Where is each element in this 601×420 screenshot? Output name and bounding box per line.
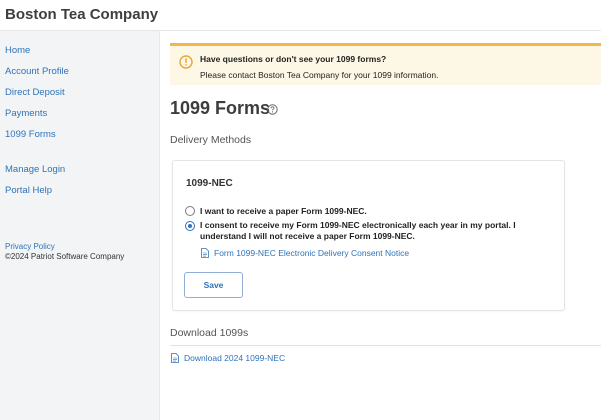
paper-form-label: I want to receive a paper Form 1099-NEC. bbox=[200, 206, 367, 216]
info-alert: Have questions or don't see your 1099 fo… bbox=[170, 43, 601, 85]
help-icon[interactable] bbox=[267, 104, 278, 115]
alert-instruction: Please contact Boston Tea Company for yo… bbox=[200, 70, 439, 80]
download-1099-nec-link[interactable]: Download 2024 1099-NEC bbox=[184, 353, 285, 363]
electronic-consent-radio[interactable] bbox=[185, 221, 195, 231]
form-1099-nec-card: 1099-NEC I want to receive a paper Form … bbox=[172, 160, 565, 311]
document-icon bbox=[171, 353, 179, 363]
warning-icon bbox=[179, 55, 193, 69]
sidebar-item-portal-help[interactable]: Portal Help bbox=[5, 185, 52, 196]
top-bar: Boston Tea Company bbox=[0, 0, 601, 31]
electronic-consent-label-line2: understand I will not receive a paper Fo… bbox=[200, 231, 415, 241]
page-title: 1099 Forms bbox=[170, 98, 271, 118]
save-button[interactable]: Save bbox=[184, 272, 243, 298]
divider bbox=[170, 345, 601, 346]
sidebar-item-manage-login[interactable]: Manage Login bbox=[5, 164, 65, 175]
sidebar-item-direct-deposit[interactable]: Direct Deposit bbox=[5, 87, 65, 98]
electronic-consent-label-line1: I consent to receive my Form 1099-NEC el… bbox=[200, 220, 516, 230]
consent-notice-link[interactable]: Form 1099-NEC Electronic Delivery Consen… bbox=[214, 248, 409, 258]
paper-form-radio[interactable] bbox=[185, 206, 195, 216]
alert-question: Have questions or don't see your 1099 fo… bbox=[200, 54, 387, 64]
sidebar-item-home[interactable]: Home bbox=[5, 45, 30, 56]
card-title: 1099-NEC bbox=[186, 178, 233, 189]
document-icon bbox=[201, 248, 209, 258]
delivery-methods-heading: Delivery Methods bbox=[170, 134, 252, 146]
company-name: Boston Tea Company bbox=[5, 6, 159, 23]
privacy-policy-link[interactable]: Privacy Policy bbox=[5, 242, 55, 251]
sidebar-item-payments[interactable]: Payments bbox=[5, 108, 47, 119]
copyright-text: ©2024 Patriot Software Company bbox=[5, 252, 125, 261]
download-1099s-heading: Download 1099s bbox=[170, 327, 249, 339]
sidebar: Home Account Profile Direct Deposit Paym… bbox=[0, 31, 160, 420]
sidebar-item-account-profile[interactable]: Account Profile bbox=[5, 66, 69, 77]
sidebar-item-1099-forms[interactable]: 1099 Forms bbox=[5, 129, 56, 140]
